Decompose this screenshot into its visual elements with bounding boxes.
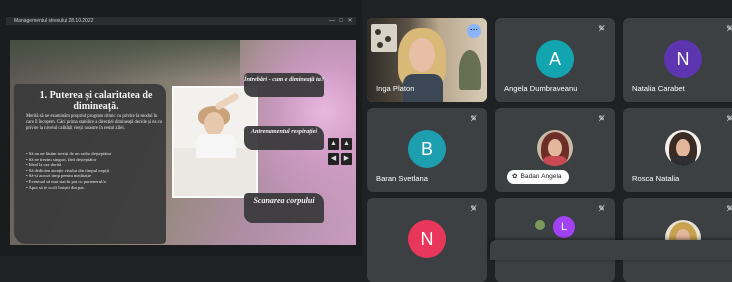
- slide-nav-next-icon[interactable]: ▶: [341, 153, 352, 165]
- mic-off-icon: ✎̸: [598, 114, 605, 123]
- participant-name: Natalia Carabet: [632, 84, 685, 93]
- avatar: L: [553, 216, 575, 238]
- avatar: [537, 130, 573, 166]
- mic-off-icon: ✎̸: [598, 24, 605, 33]
- slide-foliage: [10, 40, 240, 80]
- avatar: B: [408, 130, 446, 168]
- participant-name: Badan Angela: [520, 173, 562, 180]
- slide-navigation: ▲ ▲ ◀ ▶: [328, 138, 354, 170]
- slide-nav-prev-icon[interactable]: ◀: [328, 153, 339, 165]
- participant-tile-baran-svetlana[interactable]: ✎̸ B Baran Svetlana: [367, 108, 487, 192]
- avatar: [665, 130, 701, 166]
- mic-off-icon: ✎̸: [726, 204, 732, 213]
- slide-bullet-list: Să nu ne lăsăm treziți de un radio dește…: [26, 151, 162, 190]
- participant-name: Inga Platon: [376, 84, 415, 93]
- mic-off-icon: ✎̸: [726, 114, 732, 123]
- participant-tile-badan-angela[interactable]: ✎̸ ✿ Badan Angela: [495, 108, 615, 192]
- background-shelf: [371, 24, 397, 52]
- notification-bar: [490, 240, 732, 260]
- mic-off-icon: ✎̸: [726, 24, 732, 33]
- minimize-icon[interactable]: —: [328, 17, 336, 25]
- close-icon[interactable]: ✕: [346, 17, 354, 25]
- mic-off-icon: ✎̸: [470, 114, 477, 123]
- avatar: A: [536, 40, 574, 78]
- avatar: N: [408, 220, 446, 258]
- slide-callout-body-scan: Scanarea corpului: [253, 196, 315, 205]
- mic-off-icon: ✎̸: [598, 204, 605, 213]
- share-window-title: Managementul stresului 28.10.2022: [14, 18, 94, 24]
- participant-name: Baran Svetlana: [376, 174, 428, 183]
- slide-bullet: Apoi să te scoli liniștit din pat.: [26, 185, 162, 191]
- participant-name: Rosca Natalia: [632, 174, 680, 183]
- pin-icon: ✿: [512, 173, 518, 180]
- slide-intro-text: Merită să ne examinăm propriul program r…: [26, 114, 163, 131]
- participant-name: Angela Dumbraveanu: [504, 84, 578, 93]
- avatar: N: [664, 40, 702, 78]
- more-options-icon[interactable]: ⋯: [467, 24, 481, 38]
- mic-off-icon: ✎̸: [470, 204, 477, 213]
- background-plant: [459, 50, 481, 90]
- participant-tile-rosca-natalia[interactable]: ✎̸ Rosca Natalia: [623, 108, 732, 192]
- pinned-name-label: ✿ Badan Angela: [507, 170, 569, 184]
- participant-tile[interactable]: ✎̸ N: [367, 198, 487, 282]
- slide-nav-up-icon[interactable]: ▲: [328, 138, 339, 150]
- participant-tile-angela-dumbraveanu[interactable]: ✎̸ A Angela Dumbraveanu: [495, 18, 615, 102]
- slide-nav-home-icon[interactable]: ▲: [341, 138, 352, 150]
- maximize-icon[interactable]: □: [337, 17, 345, 25]
- shared-screen: Managementul stresului 28.10.2022 — □ ✕ …: [0, 0, 362, 256]
- slide-callout-breathing: Antrenamentul respirației: [250, 128, 318, 135]
- slide-heading: 1. Puterea și calaritatea de dimineață.: [39, 90, 153, 112]
- slide-callout-questions: Întrebări - cum e dimineață ta?: [244, 76, 324, 83]
- participant-tile-inga-platon[interactable]: ⋯ Inga Platon: [367, 18, 487, 102]
- participant-tile-natalia-carabet[interactable]: ✎̸ N Natalia Carabet: [623, 18, 732, 102]
